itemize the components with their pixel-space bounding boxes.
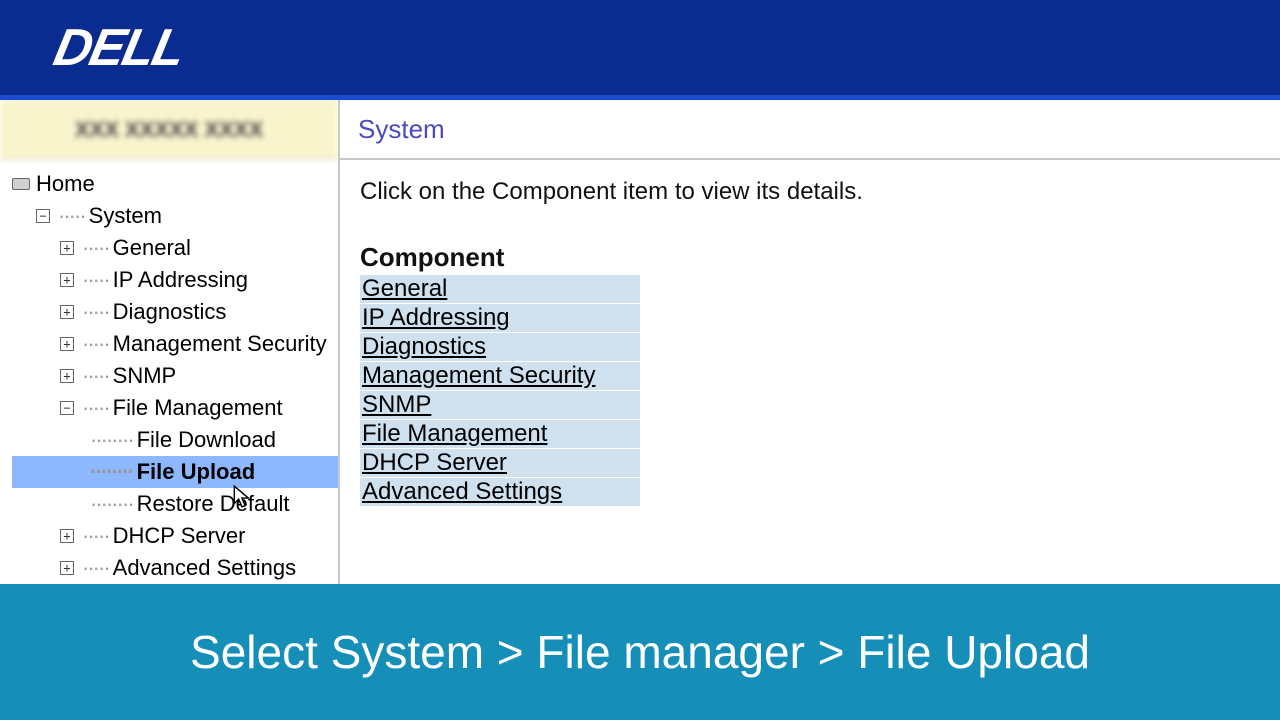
tree-system[interactable]: − ····· System [12,200,338,232]
tree-file-upload[interactable]: ········ File Upload [12,456,338,488]
tree-label: DHCP Server [113,523,246,549]
content-area: XXX XXXXX XXXX Home − ····· System + ···… [0,100,1280,584]
component-item-general[interactable]: General [360,275,640,303]
component-link[interactable]: Advanced Settings [362,478,562,505]
tree-general[interactable]: + ····· General [12,232,338,264]
tree-label: Diagnostics [113,299,227,325]
tree-connector: ····· [82,395,109,421]
tree-label: Advanced Settings [113,555,296,581]
component-link[interactable]: General [362,275,447,302]
main-panel: System Click on the Component item to vi… [340,100,1280,584]
tree-file-management[interactable]: − ····· File Management [12,392,338,424]
tree-home[interactable]: Home [12,168,338,200]
plus-icon: + [60,337,74,351]
tree-dhcp-server[interactable]: + ····· DHCP Server [12,520,338,552]
banner-text: Select System > File manager > File Uplo… [190,625,1090,679]
tree-label: Restore Default [137,491,290,517]
tree-connector: ········ [90,491,133,517]
component-link[interactable]: IP Addressing [362,304,510,331]
plus-icon: + [60,369,74,383]
component-item-advanced-settings[interactable]: Advanced Settings [360,478,640,506]
component-link[interactable]: Diagnostics [362,333,486,360]
plus-icon: + [60,241,74,255]
home-icon [12,178,30,190]
tree-label: Home [36,171,95,197]
main-body: Click on the Component item to view its … [340,160,1280,525]
tree-ip-addressing[interactable]: + ····· IP Addressing [12,264,338,296]
device-header: XXX XXXXX XXXX [0,100,338,160]
component-list: General IP Addressing Diagnostics Manage… [360,275,1260,507]
component-link[interactable]: DHCP Server [362,449,507,476]
tree-label: General [113,235,191,261]
tree-label: Management Security [113,331,327,357]
plus-icon: + [60,529,74,543]
tree-label: File Download [137,427,276,453]
component-item-diagnostics[interactable]: Diagnostics [360,333,640,361]
tree-label: File Upload [137,459,256,485]
component-item-file-management[interactable]: File Management [360,420,640,448]
tree-label: SNMP [113,363,177,389]
tree-connector: ····· [82,267,109,293]
tree-diagnostics[interactable]: + ····· Diagnostics [12,296,338,328]
tree-file-download[interactable]: ········ File Download [12,424,338,456]
dell-logo: DELL [49,18,190,78]
tree-snmp[interactable]: + ····· SNMP [12,360,338,392]
instruction-banner: Select System > File manager > File Uplo… [0,584,1280,720]
plus-icon: + [60,561,74,575]
tree-connector: ········ [90,427,133,453]
tree-connector: ····· [82,235,109,261]
app-header: DELL [0,0,1280,100]
tree-label: System [89,203,162,229]
tree-connector: ········ [90,459,133,485]
tree-connector: ····· [82,299,109,325]
component-link[interactable]: File Management [362,420,547,447]
tree-connector: ····· [82,331,109,357]
component-link[interactable]: Management Security [362,362,595,389]
tree-advanced-settings[interactable]: + ····· Advanced Settings [12,552,338,584]
tree-connector: ····· [58,203,85,229]
plus-icon: + [60,305,74,319]
tree-label: IP Addressing [113,267,248,293]
component-heading: Component [360,242,1260,273]
plus-icon: + [60,273,74,287]
instruction-text: Click on the Component item to view its … [360,178,1260,206]
tree-restore-default[interactable]: ········ Restore Default [12,488,338,520]
tree-label: File Management [113,395,283,421]
minus-icon: − [60,401,74,415]
page-title: System [340,100,1280,160]
component-item-management-security[interactable]: Management Security [360,362,640,390]
sidebar: XXX XXXXX XXXX Home − ····· System + ···… [0,100,340,584]
minus-icon: − [36,209,50,223]
tree-connector: ····· [82,363,109,389]
component-item-ip-addressing[interactable]: IP Addressing [360,304,640,332]
component-item-dhcp-server[interactable]: DHCP Server [360,449,640,477]
tree-connector: ····· [82,523,109,549]
component-item-snmp[interactable]: SNMP [360,391,640,419]
component-link[interactable]: SNMP [362,391,431,418]
nav-tree: Home − ····· System + ····· General + ··… [0,160,338,584]
tree-management-security[interactable]: + ····· Management Security [12,328,338,360]
tree-connector: ····· [82,555,109,581]
